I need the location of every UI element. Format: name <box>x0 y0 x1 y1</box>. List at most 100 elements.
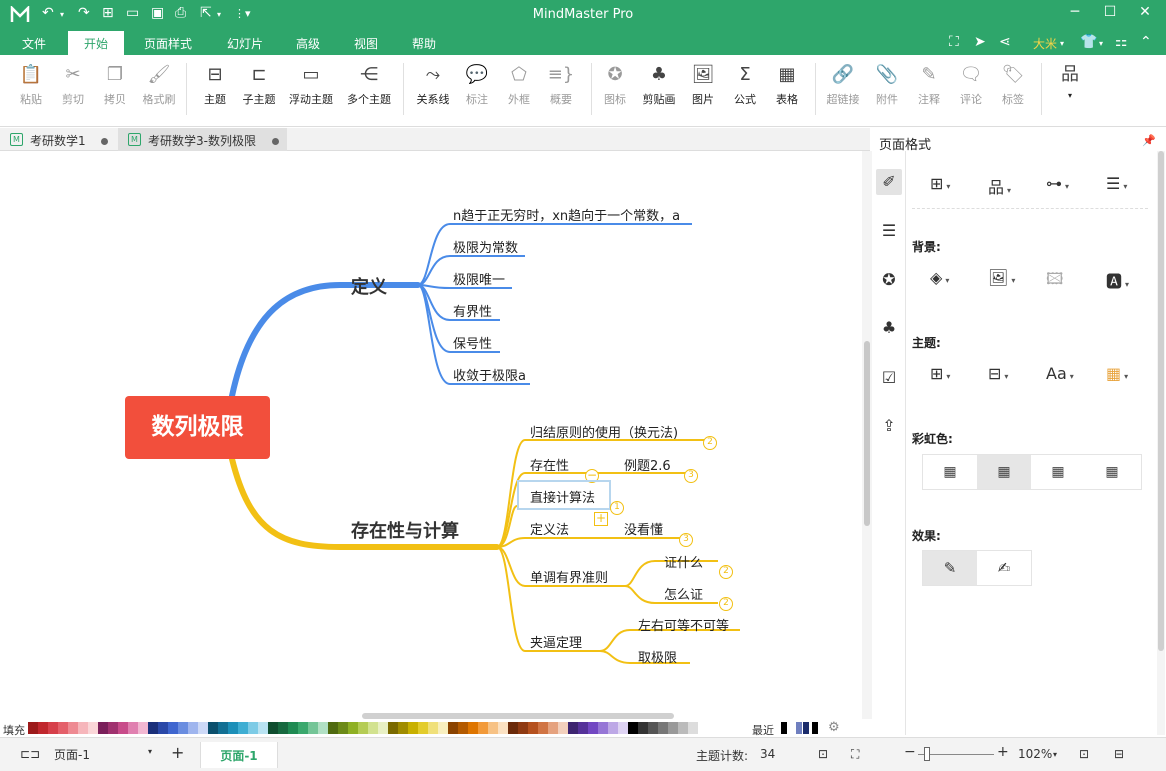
formula-button[interactable]: Σ 公式 <box>723 63 767 107</box>
color-swatch[interactable] <box>488 722 498 734</box>
color-swatch[interactable] <box>408 722 418 734</box>
page-select[interactable]: 页面-1 ▾ <box>50 744 156 764</box>
recent-color-swatch[interactable] <box>796 722 802 734</box>
color-swatch[interactable] <box>448 722 458 734</box>
doc-tab-1[interactable]: M 考研数学1 <box>0 128 116 151</box>
main-topic-existence[interactable]: 存在性与计算 <box>351 517 459 543</box>
clipart-button[interactable]: ♣ 剪贴画 <box>637 63 681 107</box>
mindmap-canvas[interactable]: 数列极限 定义 存在性与计算 n趋于正无穷时，xn趋向于一个常数，a 极限为常数… <box>0 151 862 719</box>
cut-button[interactable]: ✂ 剪切 <box>51 63 95 107</box>
color-swatch[interactable] <box>328 722 338 734</box>
color-swatch[interactable] <box>258 722 268 734</box>
color-swatch[interactable] <box>608 722 618 734</box>
subtopic[interactable]: 保号性 <box>453 333 492 352</box>
color-swatch[interactable] <box>148 722 158 734</box>
connector-button[interactable]: ⊶ ▾ <box>1046 174 1069 193</box>
color-swatch[interactable] <box>38 722 48 734</box>
subtopic[interactable]: n趋于正无穷时，xn趋向于一个常数，a <box>453 205 680 224</box>
scrollbar-thumb[interactable] <box>1158 151 1164 651</box>
color-swatch[interactable] <box>358 722 368 734</box>
color-swatch[interactable] <box>58 722 68 734</box>
numbering-button[interactable]: ☰ ▾ <box>1106 174 1127 193</box>
subtopic[interactable]: 收敛于极限a <box>453 365 526 384</box>
collapsed-count-badge[interactable]: 2 <box>703 436 717 450</box>
zoom-dropdown-icon[interactable]: ▾ <box>1053 750 1057 759</box>
color-swatch[interactable] <box>228 722 238 734</box>
fit-page-icon[interactable]: ⊡ <box>818 747 828 761</box>
rainbow-option-4[interactable]: ▦ <box>1085 455 1139 489</box>
color-swatch[interactable] <box>678 722 688 734</box>
mark-panel-icon[interactable]: ✪ <box>876 267 902 293</box>
tag-button[interactable]: 🏷 标签 <box>991 63 1035 107</box>
subtopic[interactable]: 取极限 <box>638 647 677 666</box>
color-swatch[interactable] <box>248 722 258 734</box>
subtopic[interactable]: 有界性 <box>453 301 492 320</box>
layout-button[interactable]: 品 ▾ <box>1048 63 1092 100</box>
subtopic-button[interactable]: ⊏ 子主题 <box>237 63 281 107</box>
color-swatch[interactable] <box>198 722 208 734</box>
subtopic[interactable]: 极限为常数 <box>453 237 518 256</box>
color-swatch[interactable] <box>88 722 98 734</box>
add-subtopic-icon[interactable]: + <box>594 512 608 526</box>
color-swatch[interactable] <box>98 722 108 734</box>
user-name[interactable]: 大米 <box>1033 35 1057 52</box>
attachment-button[interactable]: 📎 附件 <box>865 63 909 107</box>
multiple-topics-button[interactable]: ⋲ 多个主题 <box>347 63 391 107</box>
pin-icon[interactable]: 📌 <box>1142 134 1156 147</box>
color-swatch[interactable] <box>518 722 528 734</box>
color-swatch[interactable] <box>28 722 38 734</box>
color-swatch[interactable] <box>598 722 608 734</box>
subtopic[interactable]: 例题2.6 <box>624 455 671 474</box>
watermark-button[interactable]: 🅰 ▾ <box>1106 268 1129 292</box>
unsaved-dot-icon[interactable] <box>101 138 109 145</box>
remove-background-image-button[interactable]: 🖾 <box>1046 268 1063 295</box>
color-swatch[interactable] <box>668 722 678 734</box>
relationship-button[interactable]: ⤳ 关系线 <box>411 63 455 107</box>
color-swatch[interactable] <box>558 722 568 734</box>
color-swatch[interactable] <box>418 722 428 734</box>
comment-button[interactable]: 🗨 评论 <box>949 63 993 107</box>
color-swatch[interactable] <box>178 722 188 734</box>
color-picker-icon[interactable]: ⚙ <box>828 720 840 735</box>
picture-button[interactable]: 🖼 图片 <box>681 63 725 107</box>
color-swatch[interactable] <box>168 722 178 734</box>
color-swatch[interactable] <box>118 722 128 734</box>
menu-advanced[interactable]: 高级 <box>296 35 320 52</box>
menu-page-style[interactable]: 页面样式 <box>144 35 192 52</box>
menu-home[interactable]: 开始 <box>68 31 125 55</box>
color-swatch[interactable] <box>578 722 588 734</box>
color-swatch[interactable] <box>378 722 388 734</box>
color-swatch[interactable] <box>628 722 638 734</box>
color-swatch[interactable] <box>238 722 248 734</box>
collapse-ribbon-icon[interactable]: ⌃ <box>1140 34 1152 50</box>
subtopic[interactable]: 证什么 <box>664 552 703 571</box>
zoom-slider-handle[interactable] <box>924 747 930 761</box>
menu-help[interactable]: 帮助 <box>412 35 436 52</box>
clipart-panel-icon[interactable]: ♣ <box>876 315 902 341</box>
theme-dropdown-icon[interactable]: ▾ <box>1099 39 1103 48</box>
rainbow-option-3[interactable]: ▦ <box>1031 455 1085 489</box>
color-swatches[interactable] <box>28 722 708 734</box>
color-swatch[interactable] <box>538 722 548 734</box>
apps-icon[interactable]: ⚏ <box>1115 34 1128 50</box>
page-format-icon[interactable]: ✐ <box>876 169 902 195</box>
recent-color-swatch[interactable] <box>803 722 809 734</box>
color-swatch[interactable] <box>338 722 348 734</box>
color-swatch[interactable] <box>368 722 378 734</box>
color-swatch[interactable] <box>348 722 358 734</box>
theme-style-button[interactable]: ⊟ ▾ <box>988 364 1008 383</box>
user-dropdown-icon[interactable]: ▾ <box>1060 39 1064 48</box>
zoom-out-icon[interactable]: − <box>904 744 916 760</box>
vertical-scrollbar[interactable] <box>862 151 872 719</box>
panel-toggle-icon[interactable]: ⊟ <box>1114 747 1124 761</box>
color-swatch[interactable] <box>438 722 448 734</box>
format-painter-button[interactable]: 🖌 格式刷 <box>137 63 181 107</box>
mark-button[interactable]: ✪ 图标 <box>593 63 637 107</box>
effect-hand-drawn-icon[interactable]: ✍ <box>977 551 1031 585</box>
theme-font-button[interactable]: Aa ▾ <box>1046 364 1074 383</box>
color-swatch[interactable] <box>548 722 558 734</box>
color-swatch[interactable] <box>218 722 228 734</box>
subtopic[interactable]: 极限唯一 <box>453 269 505 288</box>
add-page-icon[interactable]: + <box>171 743 184 762</box>
floating-topic-button[interactable]: ▭ 浮动主题 <box>289 63 333 107</box>
